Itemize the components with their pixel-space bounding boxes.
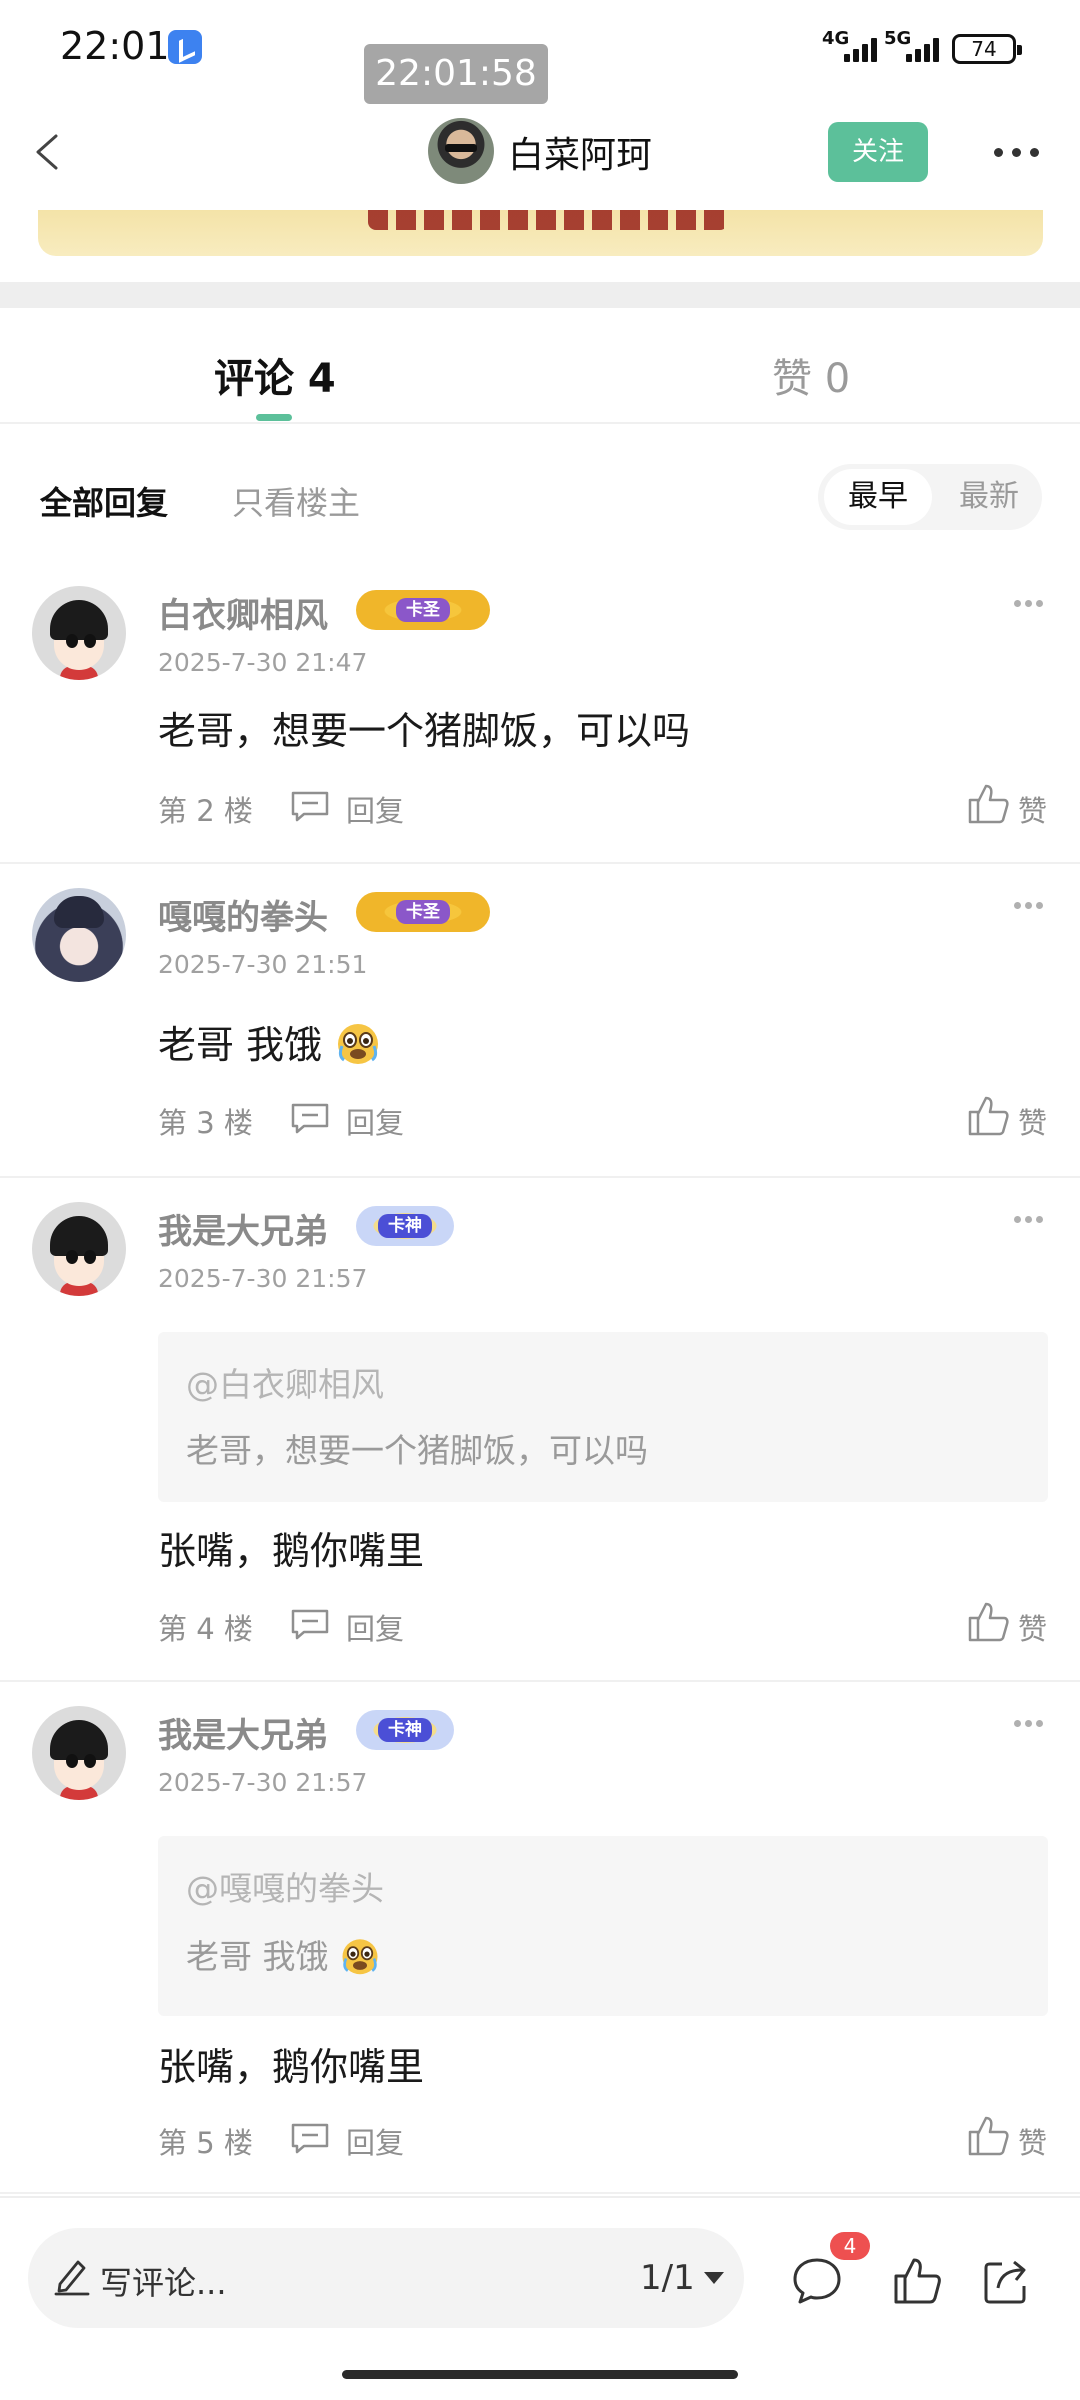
quote-mention[interactable]: @白衣卿相风 (186, 1358, 384, 1406)
app-notification-icon (168, 30, 202, 64)
sort-earliest-button[interactable]: 最早 (824, 469, 932, 525)
username[interactable]: 我是大兄弟 (158, 1708, 328, 1757)
quote-text-row: 老哥 我饿 (186, 1930, 381, 1978)
crying-emoji-icon (338, 1024, 379, 1064)
avatar[interactable] (32, 1202, 126, 1296)
like-button[interactable]: 赞 (1018, 788, 1047, 830)
follow-button[interactable]: 关注 (828, 122, 928, 182)
reply-icon[interactable] (290, 1102, 330, 1134)
filter-row: 全部回复 只看楼主 最早 最新 (0, 424, 1080, 564)
thumbs-up-icon[interactable] (890, 2254, 944, 2308)
comment-timestamp: 2025-7-30 21:51 (158, 950, 368, 979)
quote-text: 老哥 我饿 (186, 1937, 329, 1976)
comment-timestamp: 2025-7-30 21:57 (158, 1768, 368, 1797)
comment-more-icon[interactable] (1014, 1216, 1044, 1224)
status-bar: 22:01 22:01:58 4G 5G 74 (0, 0, 1080, 104)
comment-text: 张嘴，鹅你嘴里 (158, 2045, 425, 2089)
comment-actions: 第 5 楼 回复 赞 (158, 2114, 1048, 2164)
compose-placeholder: 写评论... (100, 2264, 227, 2302)
comment-timestamp: 2025-7-30 21:57 (158, 1264, 368, 1293)
floor-number: 第 3 楼 (158, 1106, 253, 1140)
comment-timestamp: 2025-7-30 21:47 (158, 648, 368, 677)
page-selector[interactable]: 1/1 (640, 2258, 695, 2298)
reply-icon[interactable] (290, 1608, 330, 1640)
overlay-clock: 22:01:58 (364, 44, 548, 104)
like-icon[interactable] (966, 782, 1010, 826)
floor-number: 第 4 楼 (158, 1612, 253, 1646)
reply-icon[interactable] (290, 2122, 330, 2154)
username[interactable]: 白衣卿相风 (158, 588, 328, 637)
filter-all-replies[interactable]: 全部回复 (40, 478, 168, 524)
quoted-comment[interactable]: @嘎嘎的拳头 老哥 我饿 (158, 1836, 1048, 2016)
level-badge: 卡神 (356, 1206, 454, 1246)
reply-button[interactable]: 回复 (346, 1606, 404, 1648)
comment-text-row: 老哥 我饿 (158, 1014, 382, 1069)
author-avatar[interactable] (428, 118, 494, 184)
floor-number: 第 2 楼 (158, 794, 253, 828)
signal-4g-icon: 4G (822, 28, 884, 66)
reply-icon[interactable] (290, 790, 330, 822)
reply-button[interactable]: 回复 (346, 1100, 404, 1142)
reply-button[interactable]: 回复 (346, 2120, 404, 2162)
battery-indicator: 74 (952, 34, 1022, 64)
bottom-divider (0, 2196, 1080, 2198)
pencil-icon (54, 2260, 90, 2296)
like-icon[interactable] (966, 2114, 1010, 2158)
active-tab-indicator (256, 414, 292, 421)
chevron-down-icon[interactable] (704, 2272, 724, 2284)
avatar[interactable] (32, 888, 126, 982)
avatar[interactable] (32, 1706, 126, 1800)
comment-more-icon[interactable] (1014, 1720, 1044, 1728)
comment-text: 张嘴，鹅你嘴里 (158, 1529, 425, 1573)
comment-text: 老哥 我饿 (158, 1023, 323, 1067)
floor-number: 第 5 楼 (158, 2126, 253, 2160)
tab-likes[interactable]: 赞 0 (772, 346, 850, 404)
level-badge: 卡圣 (356, 590, 490, 630)
filter-only-op[interactable]: 只看楼主 (232, 478, 360, 524)
quoted-comment[interactable]: @白衣卿相风 老哥，想要一个猪脚饭，可以吗 (158, 1332, 1048, 1502)
comment-more-icon[interactable] (1014, 902, 1044, 910)
like-button[interactable]: 赞 (1018, 1606, 1047, 1648)
like-button[interactable]: 赞 (1018, 1100, 1047, 1142)
sort-toggle: 最早 最新 (818, 464, 1042, 530)
back-icon[interactable] (28, 132, 68, 172)
comment-tabs: 评论 4 赞 0 (0, 308, 1080, 424)
share-icon[interactable] (980, 2254, 1034, 2308)
crying-emoji-icon (342, 1939, 378, 1975)
like-button[interactable]: 赞 (1018, 2120, 1047, 2162)
comment-more-icon[interactable] (1014, 600, 1044, 608)
like-icon[interactable] (966, 1094, 1010, 1138)
home-indicator[interactable] (342, 2370, 738, 2379)
post-banner-image (38, 210, 1043, 256)
sort-latest-button[interactable]: 最新 (942, 469, 1036, 525)
top-header: 白菜阿珂 关注 (0, 100, 1080, 210)
comment-item: 我是大兄弟 卡神 2025-7-30 21:57 @嘎嘎的拳头 老哥 我饿 张嘴… (0, 1684, 1080, 2194)
signal-5g-icon: 5G (884, 28, 946, 66)
comment-count-badge: 4 (830, 2232, 870, 2260)
comment-actions: 第 3 楼 回复 赞 (158, 1094, 1048, 1144)
quote-mention[interactable]: @嘎嘎的拳头 (186, 1862, 384, 1910)
avatar[interactable] (32, 586, 126, 680)
comment-actions: 第 2 楼 回复 赞 (158, 782, 1048, 832)
tab-comments[interactable]: 评论 4 (214, 346, 336, 404)
comment-text: 老哥，想要一个猪脚饭，可以吗 (158, 709, 691, 753)
more-options-icon[interactable] (994, 148, 1040, 160)
comment-item: 嘎嘎的拳头 卡圣 2025-7-30 21:51 老哥 我饿 第 3 楼 回复 … (0, 866, 1080, 1178)
quote-text: 老哥，想要一个猪脚饭，可以吗 (186, 1431, 648, 1470)
section-divider (0, 282, 1080, 308)
username[interactable]: 我是大兄弟 (158, 1204, 328, 1253)
level-badge: 卡神 (356, 1710, 454, 1750)
reply-button[interactable]: 回复 (346, 788, 404, 830)
comment-item: 白衣卿相风 卡圣 2025-7-30 21:47 老哥，想要一个猪脚饭，可以吗 … (0, 564, 1080, 864)
like-icon[interactable] (966, 1600, 1010, 1644)
comment-item: 我是大兄弟 卡神 2025-7-30 21:57 @白衣卿相风 老哥，想要一个猪… (0, 1180, 1080, 1682)
level-badge: 卡圣 (356, 892, 490, 932)
username[interactable]: 嘎嘎的拳头 (158, 890, 328, 939)
comment-actions: 第 4 楼 回复 赞 (158, 1600, 1048, 1650)
status-time: 22:01 (60, 24, 170, 68)
author-name[interactable]: 白菜阿珂 (508, 126, 652, 178)
compose-input[interactable]: 写评论... 1/1 (28, 2228, 744, 2328)
comment-icon[interactable] (790, 2254, 844, 2308)
